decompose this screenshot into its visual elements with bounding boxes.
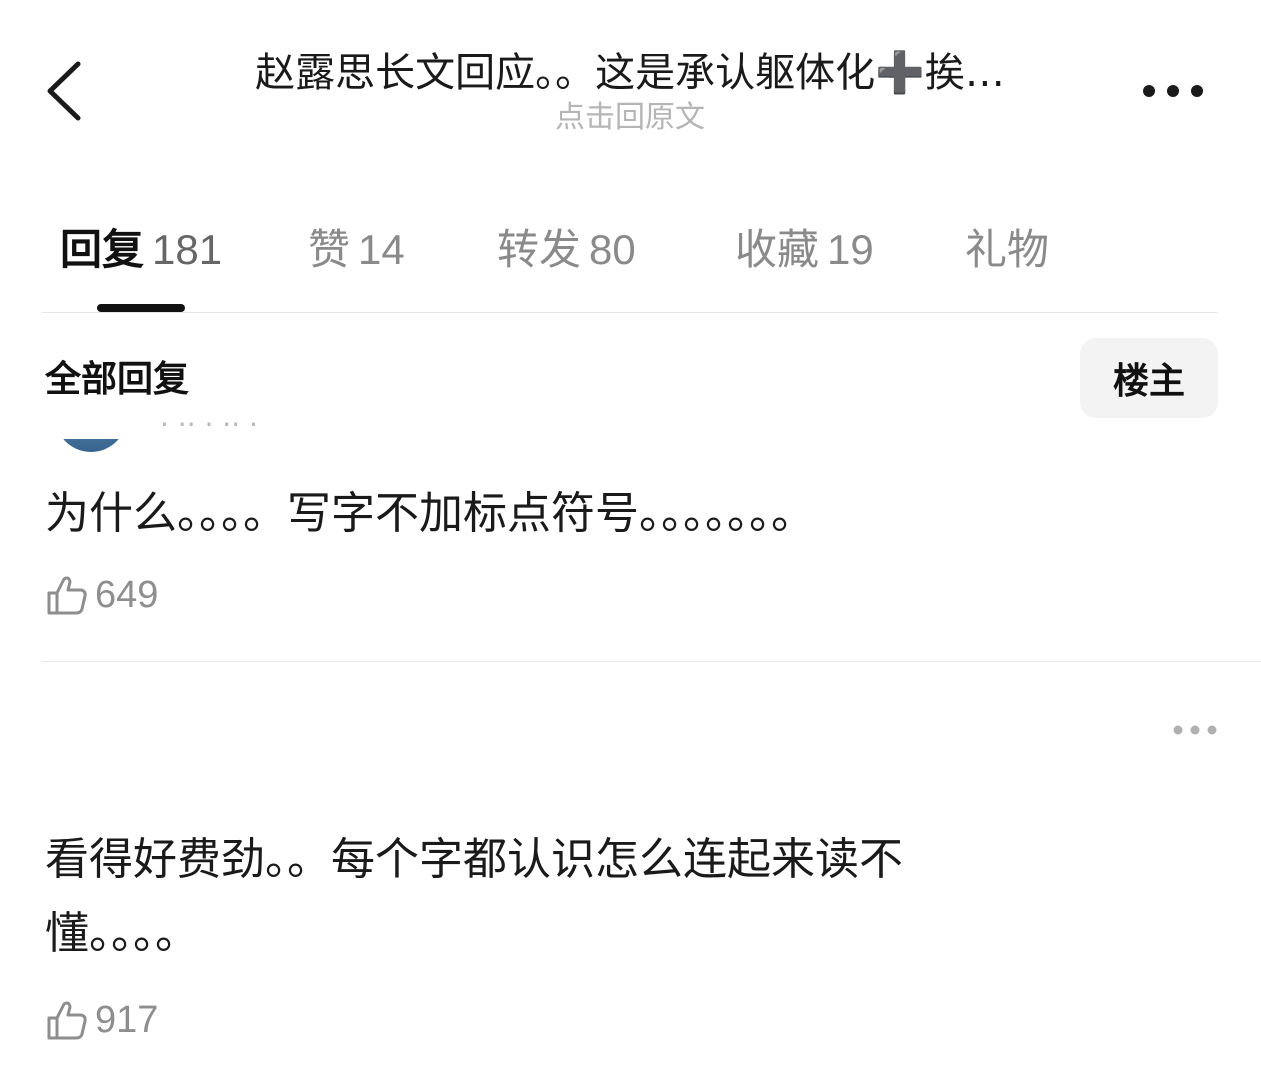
comment-text: 看得好费劲。。每个字都认识怎么连起来读不懂。。。。 [45, 834, 903, 959]
more-horizontal-icon [1173, 725, 1217, 735]
tab-count: 80 [589, 226, 636, 273]
top-nav-bar: 赵露思长文回应。。这是承认躯体化➕挨… 点击回原文 [0, 0, 1261, 160]
back-to-original-link[interactable]: 点击回原文 [430, 98, 830, 138]
like-button[interactable]: 917 [45, 995, 158, 1045]
tab-bar: 回复 181 赞 14 转发 80 收藏 19 礼物 [0, 212, 1261, 312]
all-replies-heading: 全部回复 [45, 359, 190, 400]
tabs-divider [42, 312, 1218, 313]
chevron-left-icon [47, 61, 81, 121]
thumbs-up-icon [47, 576, 87, 615]
tab-likes[interactable]: 赞 14 [308, 222, 405, 278]
tab-label: 回复 [60, 225, 145, 274]
like-count: 917 [95, 998, 159, 1041]
tab-replies[interactable]: 回复 181 [60, 222, 222, 278]
back-button[interactable] [38, 56, 98, 126]
more-horizontal-icon [1143, 85, 1203, 97]
tab-gifts[interactable]: 礼物 [965, 222, 1057, 278]
thumbs-up-icon [47, 1001, 87, 1040]
comment-more-button[interactable] [1170, 718, 1220, 742]
tab-count: 14 [358, 226, 405, 273]
like-button[interactable]: 649 [45, 570, 158, 620]
tab-label: 收藏 [735, 225, 820, 274]
tab-label: 礼物 [965, 225, 1050, 274]
active-tab-indicator [97, 304, 185, 312]
tab-count: 19 [827, 226, 874, 273]
tab-label: 转发 [497, 225, 582, 274]
tab-count: 181 [152, 226, 223, 273]
tab-favorites[interactable]: 收藏 19 [735, 222, 874, 278]
comment-meta-partial: · ·· · ·· · [160, 408, 258, 441]
tab-reposts[interactable]: 转发 80 [497, 222, 636, 278]
more-button[interactable] [1138, 76, 1208, 106]
thread-title: 赵露思长文回应。。这是承认躯体化➕挨… [255, 50, 1005, 96]
comment-divider [42, 661, 1261, 662]
like-count: 649 [95, 573, 159, 616]
comment-text: 为什么。。。。写字不加标点符号。。。。。。。 [45, 488, 815, 539]
tab-label: 赞 [308, 225, 351, 274]
op-only-filter-button[interactable]: 楼主 [1080, 338, 1218, 418]
